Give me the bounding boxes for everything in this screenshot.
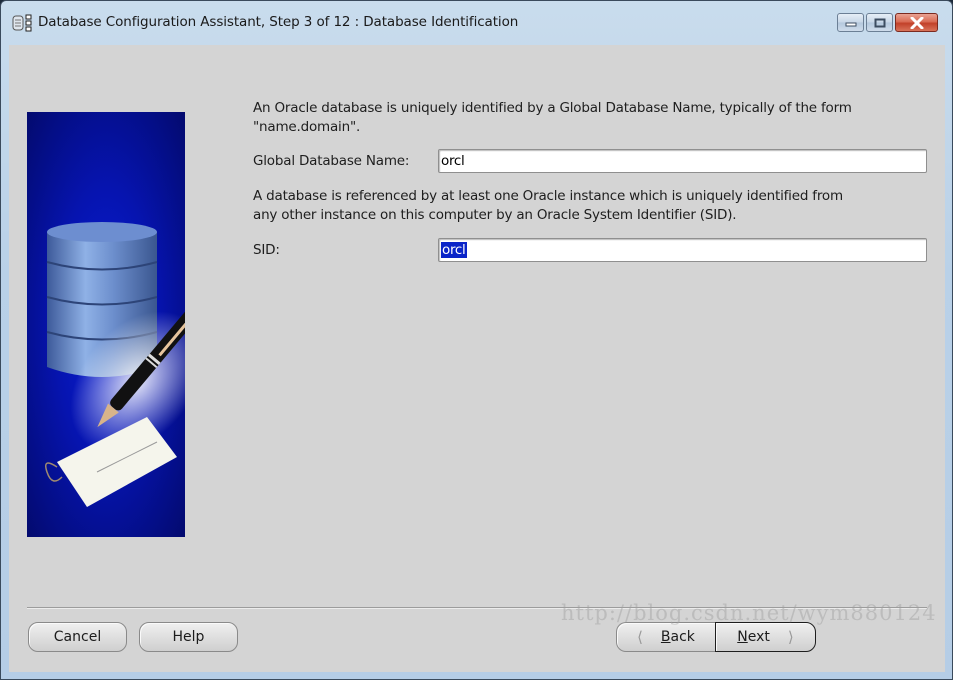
help-button-label: Help — [172, 629, 205, 645]
chevron-left-icon: ⟨ — [637, 628, 643, 646]
maximize-button[interactable] — [866, 13, 893, 32]
dbca-window: Database Configuration Assistant, Step 3… — [0, 0, 953, 680]
chevron-right-icon: ⟩ — [787, 628, 794, 646]
back-button[interactable]: ⟨ Back — [616, 622, 715, 652]
cancel-button[interactable]: Cancel — [28, 622, 127, 652]
global-db-name-input[interactable]: orcl — [438, 149, 927, 173]
next-button[interactable]: Next ⟩ — [715, 622, 816, 652]
next-button-label: Next — [737, 629, 770, 645]
sid-description-line1: A database is referenced by at least one… — [253, 188, 843, 204]
minimize-button[interactable] — [837, 13, 864, 32]
database-config-icon — [12, 14, 32, 32]
sid-label: SID: — [253, 242, 280, 258]
cancel-button-label: Cancel — [53, 629, 102, 645]
sid-description-line2: any other instance on this computer by a… — [253, 207, 737, 223]
title-bar[interactable]: Database Configuration Assistant, Step 3… — [1, 1, 952, 45]
sid-input[interactable]: orcl — [438, 238, 927, 262]
close-icon — [910, 16, 923, 29]
window-title: Database Configuration Assistant, Step 3… — [38, 14, 519, 30]
back-button-label: Back — [660, 629, 695, 645]
footer-separator — [27, 607, 927, 609]
wizard-content: An Oracle database is uniquely identifie… — [9, 45, 945, 672]
minimize-icon — [845, 22, 856, 26]
global-db-name-label: Global Database Name: — [253, 153, 410, 169]
database-pen-tag-illustration — [27, 112, 185, 537]
close-button[interactable] — [895, 13, 938, 32]
global-name-description-line2: "name.domain". — [253, 119, 361, 135]
global-db-name-value: orcl — [441, 153, 465, 169]
help-button[interactable]: Help — [139, 622, 238, 652]
maximize-icon — [874, 18, 885, 27]
global-name-description-line1: An Oracle database is uniquely identifie… — [253, 100, 852, 116]
sid-value-selected: orcl — [441, 242, 467, 258]
